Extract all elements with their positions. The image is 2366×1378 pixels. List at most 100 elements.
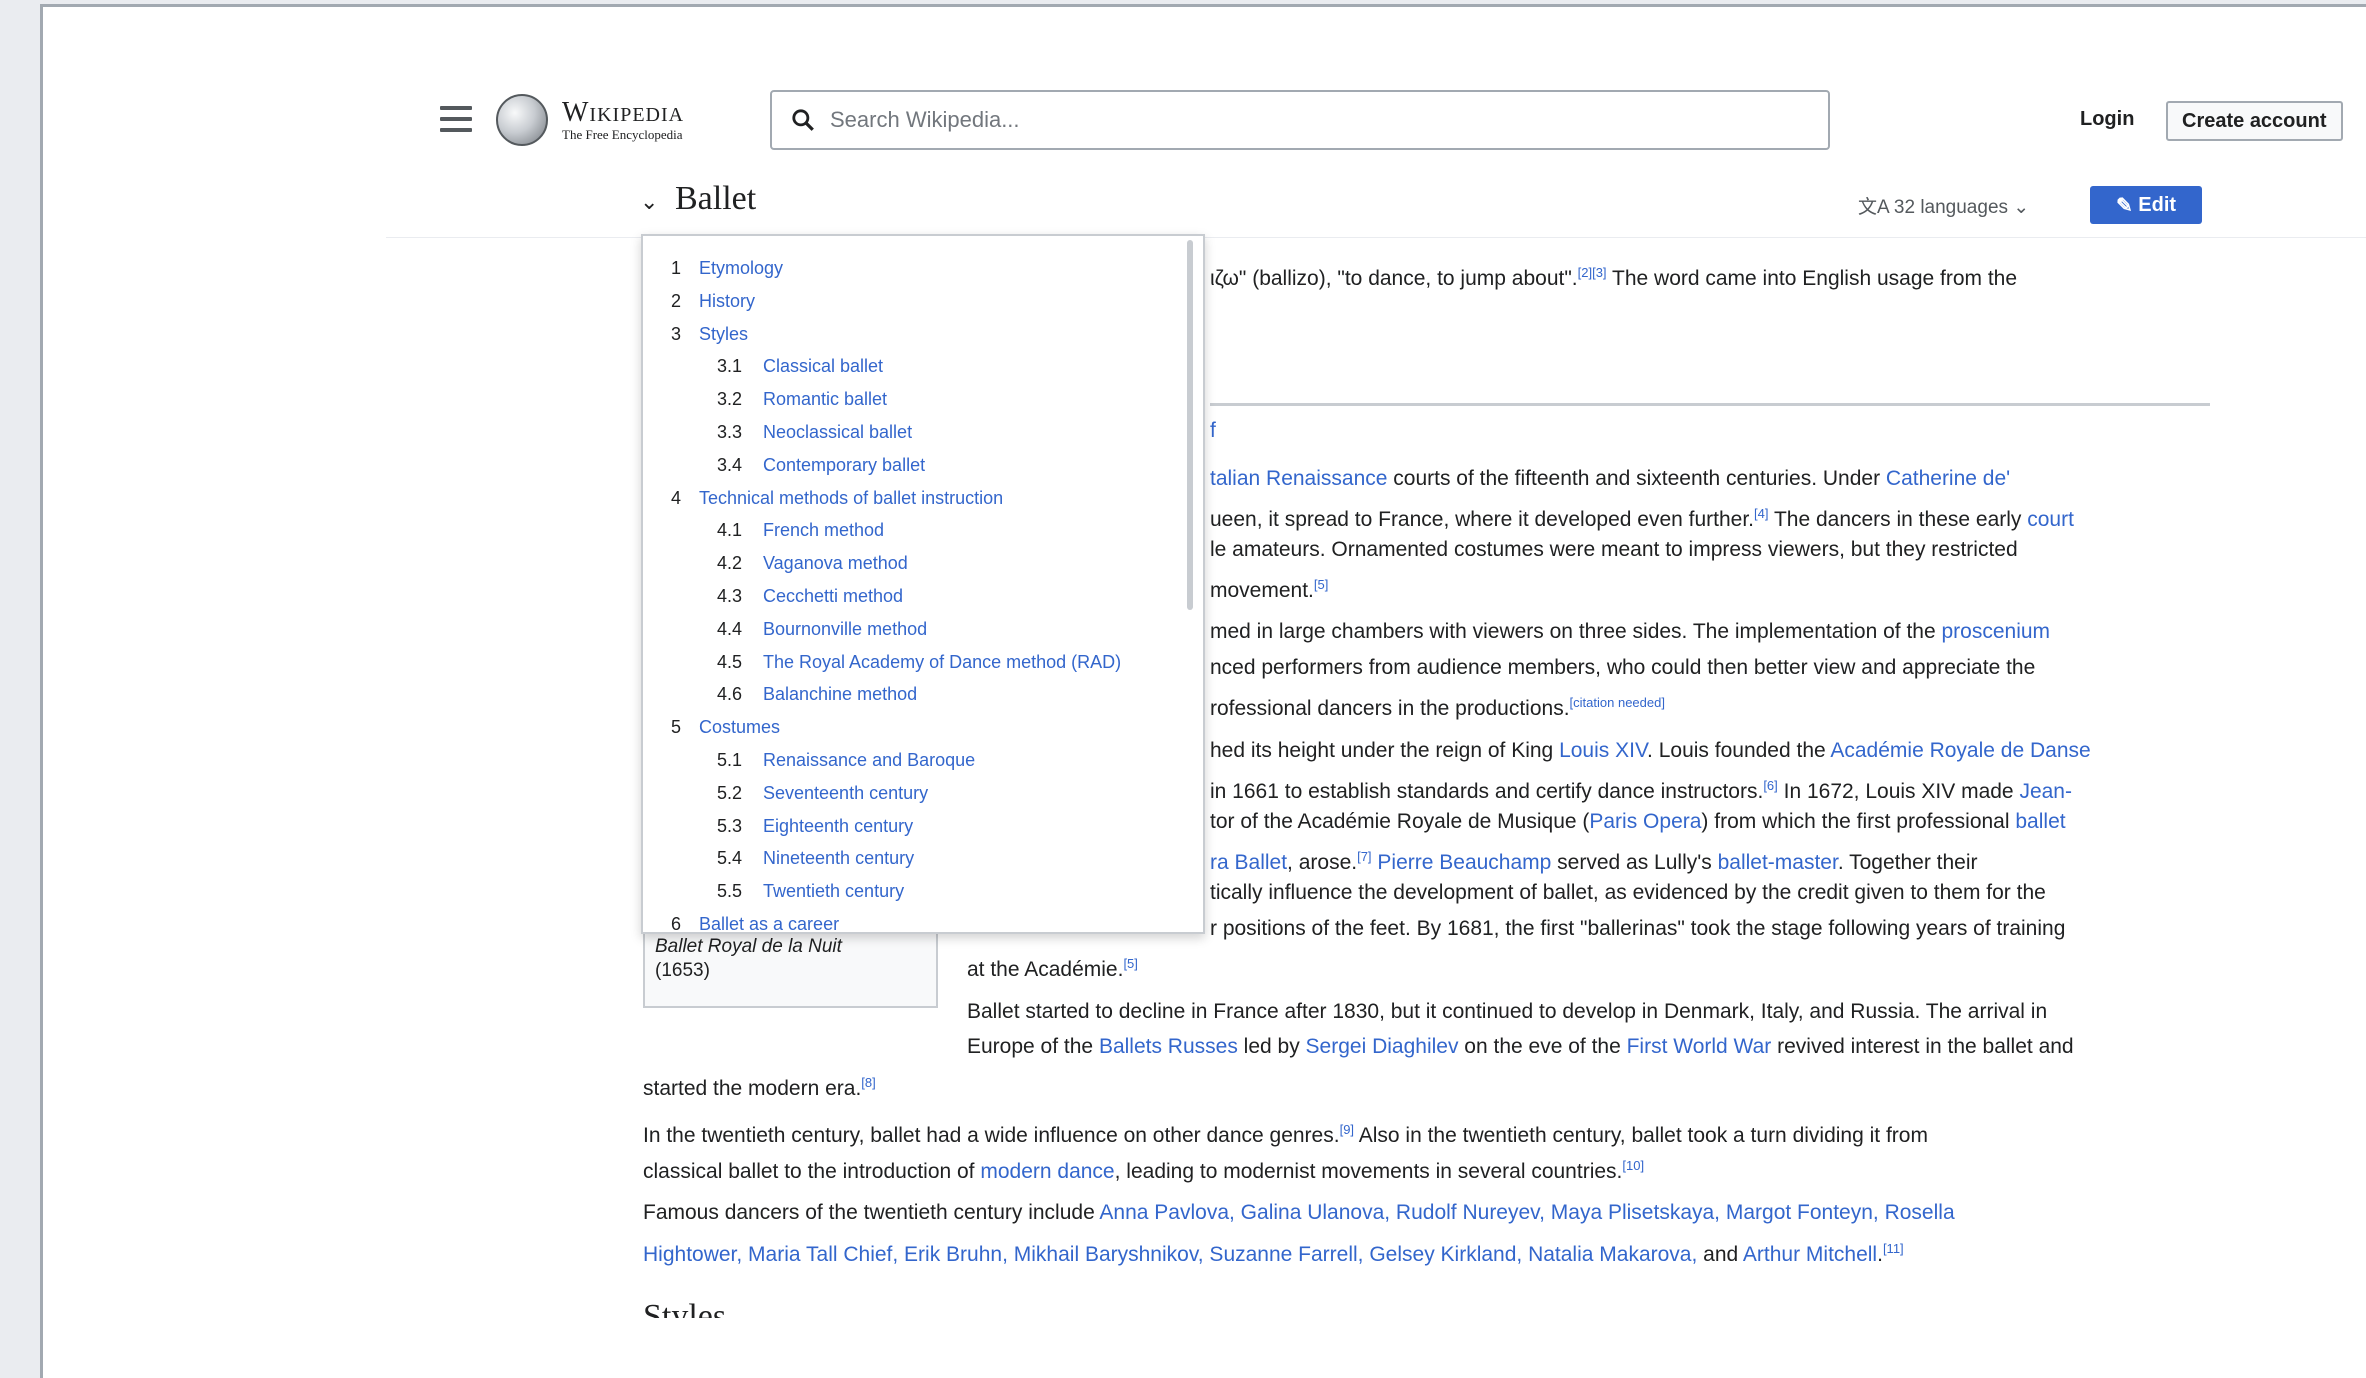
search-box[interactable] <box>770 90 1830 150</box>
toc-item[interactable]: 1 Etymology <box>671 258 783 279</box>
article-link[interactable]: Arthur Mitchell <box>1743 1243 1877 1266</box>
toc-item[interactable]: 3.2 Romantic ballet <box>717 389 887 410</box>
toc-item-number: 5 <box>671 717 682 738</box>
toc-item[interactable]: 5.2 Seventeenth century <box>717 783 928 804</box>
toc-item-label: Bournonville method <box>763 618 928 639</box>
text-line: med in large chambers with viewers on th… <box>1210 620 2051 643</box>
toc-item-number: 5.2 <box>717 782 743 803</box>
toc-item-number: 4.4 <box>717 618 743 639</box>
text-line: nced performers from audience members, w… <box>1210 656 2036 679</box>
article-link[interactable]: ra Ballet <box>1210 851 1287 874</box>
article-link[interactable]: Sergei Diaghilev <box>1306 1035 1459 1058</box>
toc-item[interactable]: 4.4 Bournonville method <box>717 619 927 640</box>
toc-toggle-icon[interactable]: ⌄ <box>640 189 658 215</box>
toc-item-label: Vaganova method <box>763 553 908 574</box>
article-link[interactable]: ballet-master <box>1718 851 1838 874</box>
toc-item[interactable]: 5.4 Nineteenth century <box>717 848 914 869</box>
article-link[interactable]: ballet <box>2015 810 2065 833</box>
login-link[interactable]: Login <box>2080 108 2134 131</box>
toc-item-label: Twentieth century <box>763 881 905 902</box>
article-link[interactable]: Paris Opera <box>1589 810 1701 833</box>
toc-item[interactable]: 4.5 The Royal Academy of Dance method (RA… <box>717 652 1121 673</box>
toc-item-label: Costumes <box>699 717 781 738</box>
text-line: started the modern era.[8] <box>643 1075 876 1100</box>
edit-label: Edit <box>2138 193 2177 216</box>
toc-item[interactable]: 3.4 Contemporary ballet <box>717 455 925 476</box>
text-line: tically influence the development of bal… <box>1210 881 2046 904</box>
edit-button[interactable]: ✎ Edit <box>2090 186 2202 224</box>
toc-item-label: Etymology <box>699 258 784 278</box>
toc-item-number: 3.3 <box>717 422 743 442</box>
article-link[interactable]: Louis XIV <box>1559 739 1647 762</box>
logo-title: Wikipedia <box>562 97 685 128</box>
text-line: f <box>1210 418 1216 444</box>
toc-item-label: Romantic ballet <box>763 389 888 410</box>
article-link[interactable]: talian Renaissance <box>1210 467 1387 490</box>
toc-item[interactable]: 5.3 Eighteenth century <box>717 816 913 837</box>
text-line: r positions of the feet. By 1681, the fi… <box>1210 917 2066 940</box>
article-link[interactable]: Catherine de' <box>1886 467 2010 490</box>
toc-item-label: French method <box>763 520 885 541</box>
text-line: movement.[5] <box>1210 577 1329 602</box>
main-menu-icon[interactable] <box>440 106 472 134</box>
search-input[interactable] <box>830 107 1730 133</box>
translate-icon: 文A <box>1858 197 1894 218</box>
toc-item-number: 4.1 <box>717 520 743 541</box>
toc-item[interactable]: 4.1 French method <box>717 520 884 541</box>
toc-item[interactable]: 3.3 Neoclassical ballet <box>717 422 912 443</box>
toc-item-label: Styles <box>699 323 749 344</box>
text-line: ra Ballet, arose.[7] Pierre Beauchamp se… <box>1210 849 1978 874</box>
language-selector[interactable]: 文A 32 languages ⌄ <box>1858 192 2029 219</box>
article-link[interactable]: proscenium <box>1941 620 2050 643</box>
toc-item[interactable]: 4.3 Cecchetti method <box>717 586 903 607</box>
article-link[interactable]: Académie Royale de Danse <box>1830 739 2090 762</box>
toc-item-number: 4.2 <box>717 553 743 574</box>
toc-item-label: Contemporary ballet <box>763 454 926 475</box>
languages-label: 32 languages <box>1893 197 2009 218</box>
toc-item-label: Cecchetti method <box>763 586 904 606</box>
toc-item[interactable]: 4.6 Balanchine method <box>717 684 917 705</box>
table-of-contents-dropdown[interactable]: 1 Etymology 2 History 3 Styles 3.1 Classical ba… <box>641 234 1205 934</box>
toc-item-number: 2 <box>671 290 682 311</box>
article-link[interactable]: First World War <box>1627 1035 1772 1058</box>
toc-item[interactable]: 3 Styles <box>671 324 748 345</box>
wikipedia-logo[interactable]: Wikipedia The Free Encyclopedia <box>496 94 684 146</box>
article-link[interactable]: court <box>2027 508 2074 531</box>
toc-item[interactable]: 5.5 Twentieth century <box>717 881 904 902</box>
article-link[interactable]: modern dance <box>980 1160 1114 1183</box>
create-account-button[interactable]: Create account <box>2166 101 2343 141</box>
toc-item[interactable]: 5.1 Renaissance and Baroque <box>717 750 975 771</box>
text-line: ueen, it spread to France, where it deve… <box>1210 506 2074 531</box>
text-line: classical ballet to the introduction of … <box>643 1158 1645 1183</box>
chevron-down-icon: ⌄ <box>2008 197 2030 218</box>
toc-item[interactable]: 4 Technical methods of ballet instruction <box>671 488 1003 509</box>
toc-item-label: Classical ballet <box>763 356 884 377</box>
page-title: Ballet <box>675 180 757 217</box>
toc-item[interactable]: 5 Costumes <box>671 717 780 738</box>
text-line: hed its height under the reign of King L… <box>1210 739 2091 762</box>
article-link[interactable]: Hightower, Maria Tall Chief, Erik Bruhn,… <box>643 1243 1697 1266</box>
article-link[interactable]: Anna Pavlova, Galina Ulanova, Rudolf Nur… <box>1099 1201 1954 1224</box>
text-line: In the twentieth century, ballet had a w… <box>643 1122 1928 1147</box>
toc-item-number: 3 <box>671 323 682 344</box>
text-line: Hightower, Maria Tall Chief, Erik Bruhn,… <box>643 1241 1904 1266</box>
toc-item[interactable]: 3.1 Classical ballet <box>717 356 883 377</box>
text-line: ιζω" (ballizo), "to dance, to jump about… <box>1210 265 2018 290</box>
pencil-icon: ✎ <box>2115 194 2139 217</box>
article-link[interactable]: Ballets Russes <box>1099 1035 1238 1058</box>
toc-scrollbar[interactable] <box>1187 240 1193 610</box>
toc-item-number: 5.5 <box>717 881 743 902</box>
article-link[interactable]: Pierre Beauchamp <box>1377 851 1551 874</box>
text-line: Ballet started to decline in France afte… <box>967 1000 2048 1023</box>
toc-item[interactable]: 6 Ballet as a career <box>671 914 839 932</box>
article-link[interactable]: Jean- <box>2019 780 2072 803</box>
wikipedia-globe-icon <box>496 94 548 146</box>
section-heading-styles: Styles <box>643 1298 727 1318</box>
section-divider <box>1210 403 2210 406</box>
toc-item[interactable]: 2 History <box>671 291 755 312</box>
article-link[interactable]: f <box>1210 419 1216 442</box>
toc-item[interactable]: 4.2 Vaganova method <box>717 553 908 574</box>
toc-item-number: 4.3 <box>717 586 743 606</box>
text-line: tor of the Académie Royale de Musique (P… <box>1210 810 2066 833</box>
image-caption: Ballet Royal de la Nuit (1653) <box>643 930 938 1008</box>
